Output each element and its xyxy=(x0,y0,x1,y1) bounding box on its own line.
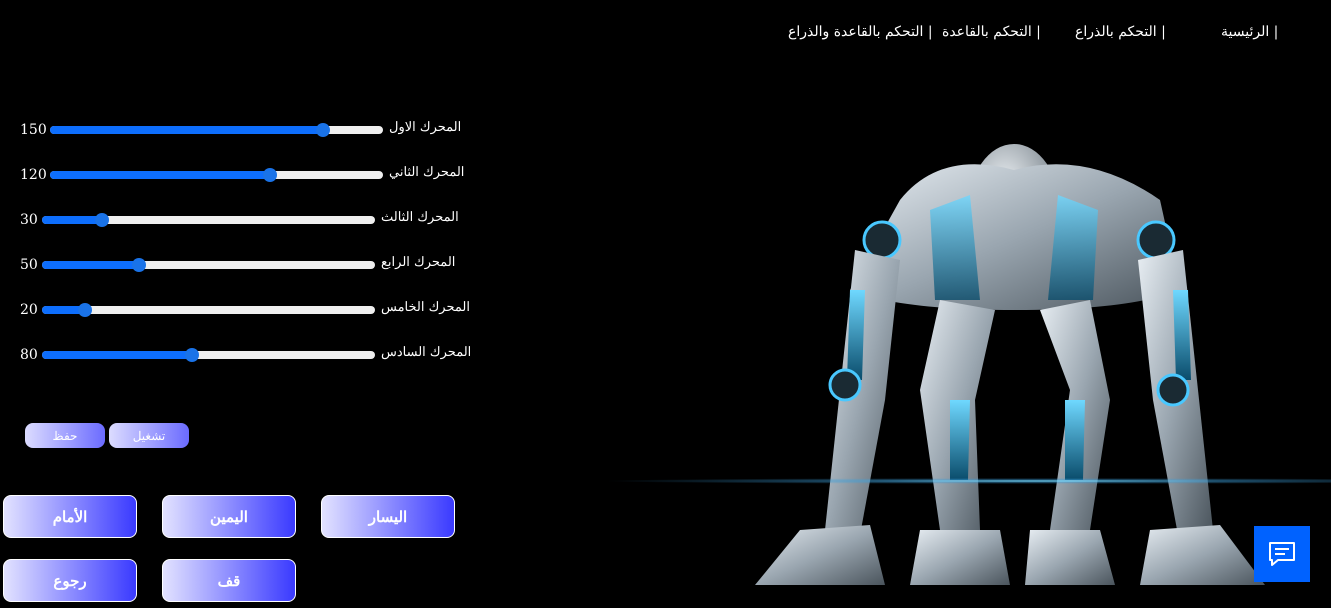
motor-4-row: 50 المحرك الرابع xyxy=(20,255,480,275)
motor-5-slider[interactable] xyxy=(42,303,375,317)
motor-2-fill xyxy=(50,171,270,179)
motor-2-slider[interactable] xyxy=(50,168,383,182)
motor-4-value: 50 xyxy=(20,257,38,273)
motor-1-row: 150 المحرك الاول xyxy=(20,120,480,140)
motor-6-thumb[interactable] xyxy=(184,348,199,362)
stop-button[interactable]: قف xyxy=(162,559,296,602)
motor-1-thumb[interactable] xyxy=(316,123,331,137)
nav-base-control[interactable]: | التحكم بالقاعدة xyxy=(942,24,1041,40)
chat-icon xyxy=(1269,542,1295,566)
nav-base-arm-control[interactable]: | التحكم بالقاعدة والذراع xyxy=(788,24,933,40)
motor-6-slider[interactable] xyxy=(42,348,375,362)
motor-3-value: 30 xyxy=(20,212,38,228)
motor-2-row: 120 المحرك الثاني xyxy=(20,165,480,185)
motor-1-value: 150 xyxy=(20,122,47,138)
motor-2-thumb[interactable] xyxy=(262,168,277,182)
motor-6-row: 80 المحرك السادس xyxy=(20,345,480,365)
motor-3-row: 30 المحرك الثالث xyxy=(20,210,480,230)
motor-1-fill xyxy=(50,126,324,134)
forward-button[interactable]: الأمام xyxy=(3,495,137,538)
motor-5-row: 20 المحرك الخامس xyxy=(20,300,480,320)
right-button[interactable]: اليمين xyxy=(162,495,296,538)
motor-6-value: 80 xyxy=(20,347,38,363)
nav-arm-control[interactable]: | التحكم بالذراع xyxy=(1075,24,1166,40)
motor-3-slider[interactable] xyxy=(42,213,375,227)
run-button[interactable]: تشغيل xyxy=(109,423,189,448)
page: | الرئيسية | التحكم بالذراع | التحكم بال… xyxy=(0,0,1331,608)
floor-glow xyxy=(600,478,1331,484)
chat-button[interactable] xyxy=(1254,526,1310,582)
motor-6-label: المحرك السادس xyxy=(381,345,472,360)
nav-home[interactable]: | الرئيسية xyxy=(1221,24,1278,40)
motor-4-slider[interactable] xyxy=(42,258,375,272)
motor-4-fill xyxy=(42,261,139,269)
left-button[interactable]: اليسار xyxy=(321,495,455,538)
motor-2-value: 120 xyxy=(20,167,47,183)
robot-illustration xyxy=(755,144,1265,585)
motor-3-label: المحرك الثالث xyxy=(381,210,459,225)
motor-4-thumb[interactable] xyxy=(131,258,146,272)
save-button[interactable]: حفظ xyxy=(25,423,105,448)
robot-image xyxy=(600,60,1331,608)
motor-6-fill xyxy=(42,351,192,359)
motor-3-thumb[interactable] xyxy=(94,213,109,227)
motor-1-slider[interactable] xyxy=(50,123,383,137)
motor-5-label: المحرك الخامس xyxy=(381,300,470,315)
motor-3-fill xyxy=(42,216,102,224)
motor-4-label: المحرك الرابع xyxy=(381,255,456,270)
motor-5-value: 20 xyxy=(20,302,38,318)
motor-5-thumb[interactable] xyxy=(78,303,93,317)
motor-2-label: المحرك الثاني xyxy=(389,165,465,180)
back-button[interactable]: رجوع xyxy=(3,559,137,602)
motor-1-label: المحرك الاول xyxy=(389,120,462,135)
